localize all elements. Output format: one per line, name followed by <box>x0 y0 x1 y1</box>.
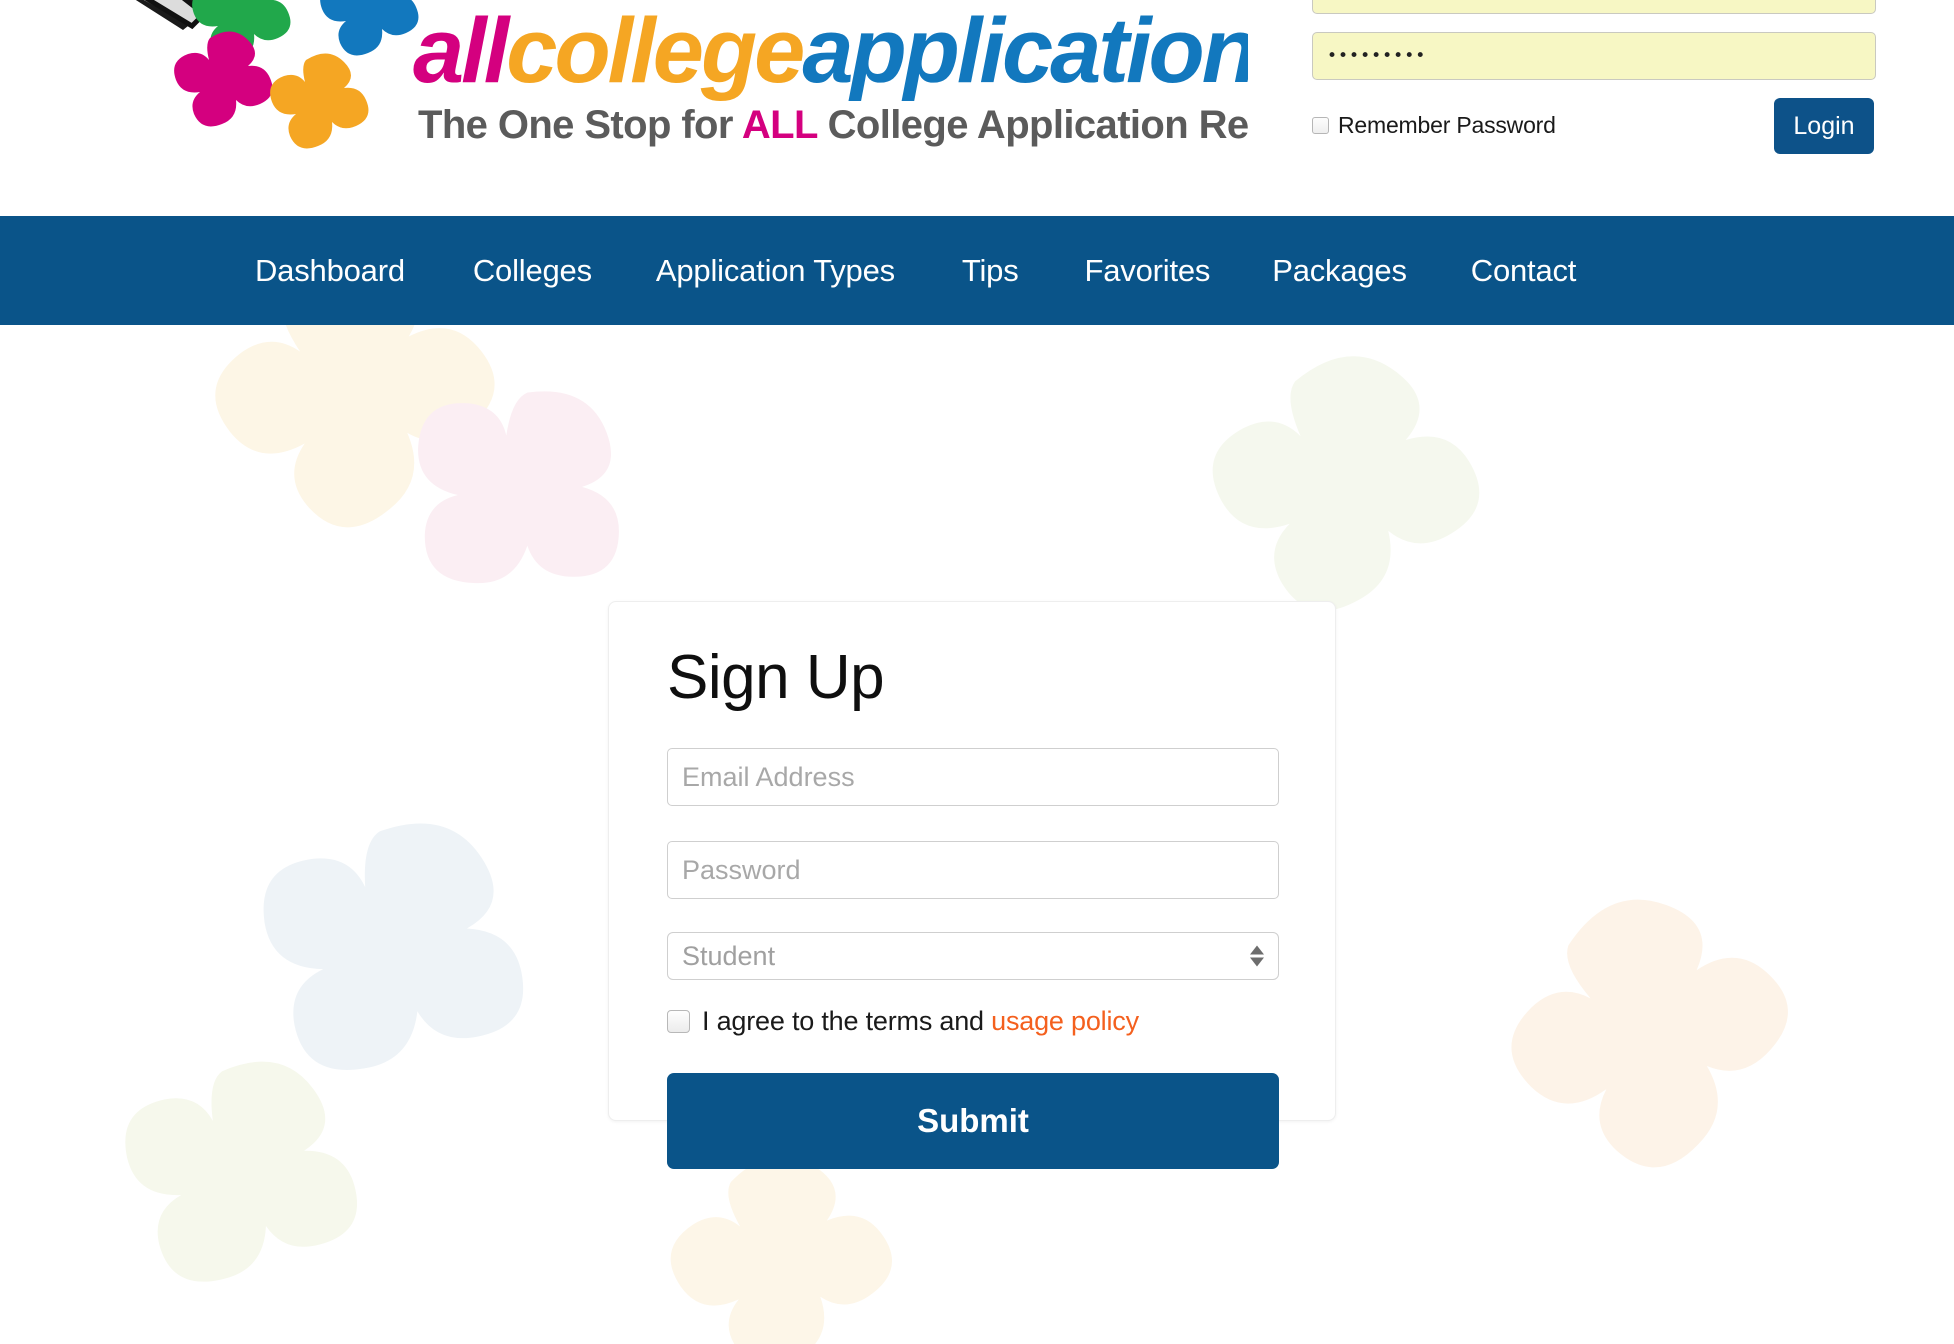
nav-item-dashboard[interactable]: Dashboard <box>255 253 405 289</box>
site-header: allcollegeapplicationessays The One Stop… <box>0 0 1954 216</box>
main-navigation: Dashboard Colleges Application Types Tip… <box>0 216 1954 325</box>
signup-role-select[interactable]: Student <box>667 932 1279 980</box>
pen-nib-icon <box>135 0 208 30</box>
login-password-input[interactable] <box>1312 32 1876 80</box>
nav-item-colleges[interactable]: Colleges <box>473 253 592 289</box>
select-stepper-arrows-icon <box>1250 945 1264 967</box>
nav-item-favorites[interactable]: Favorites <box>1085 253 1211 289</box>
remember-password-row[interactable]: Remember Password <box>1312 112 1556 139</box>
nav-item-application-types[interactable]: Application Types <box>656 253 895 289</box>
terms-agreement-label: I agree to the terms and usage policy <box>702 1006 1139 1037</box>
terms-agreement-row: I agree to the terms and usage policy <box>667 1006 1139 1037</box>
header-login-form: Remember Password Login <box>1312 0 1876 160</box>
signup-email-input[interactable] <box>667 748 1279 806</box>
nav-item-tips[interactable]: Tips <box>962 253 1019 289</box>
logo-tagline: The One Stop for ALL College Application… <box>418 103 1248 147</box>
signup-card: Sign Up Student I agree to the terms and… <box>608 601 1336 1169</box>
signup-role-selected-value: Student <box>682 940 776 971</box>
puzzle-cluster-icon <box>174 0 419 149</box>
usage-policy-link[interactable]: usage policy <box>991 1006 1139 1036</box>
terms-agreement-text: I agree to the terms and <box>702 1006 992 1036</box>
signup-password-input[interactable] <box>667 841 1279 899</box>
remember-password-label: Remember Password <box>1338 112 1556 138</box>
signup-submit-button[interactable]: Submit <box>667 1073 1279 1169</box>
site-logo[interactable]: allcollegeapplicationessays The One Stop… <box>88 0 1248 160</box>
logo-graphic: allcollegeapplicationessays The One Stop… <box>135 0 1248 149</box>
terms-agreement-checkbox[interactable] <box>667 1010 690 1033</box>
login-actions-row: Remember Password Login <box>1312 98 1876 160</box>
nav-item-contact[interactable]: Contact <box>1471 253 1577 289</box>
nav-items-container: Dashboard Colleges Application Types Tip… <box>0 253 1954 289</box>
nav-item-packages[interactable]: Packages <box>1272 253 1407 289</box>
login-username-input[interactable] <box>1312 0 1876 14</box>
logo-wordmark: allcollegeapplicationessays <box>413 0 1248 102</box>
remember-password-checkbox[interactable] <box>1312 117 1329 134</box>
login-button[interactable]: Login <box>1774 98 1874 154</box>
signup-title: Sign Up <box>667 643 885 712</box>
